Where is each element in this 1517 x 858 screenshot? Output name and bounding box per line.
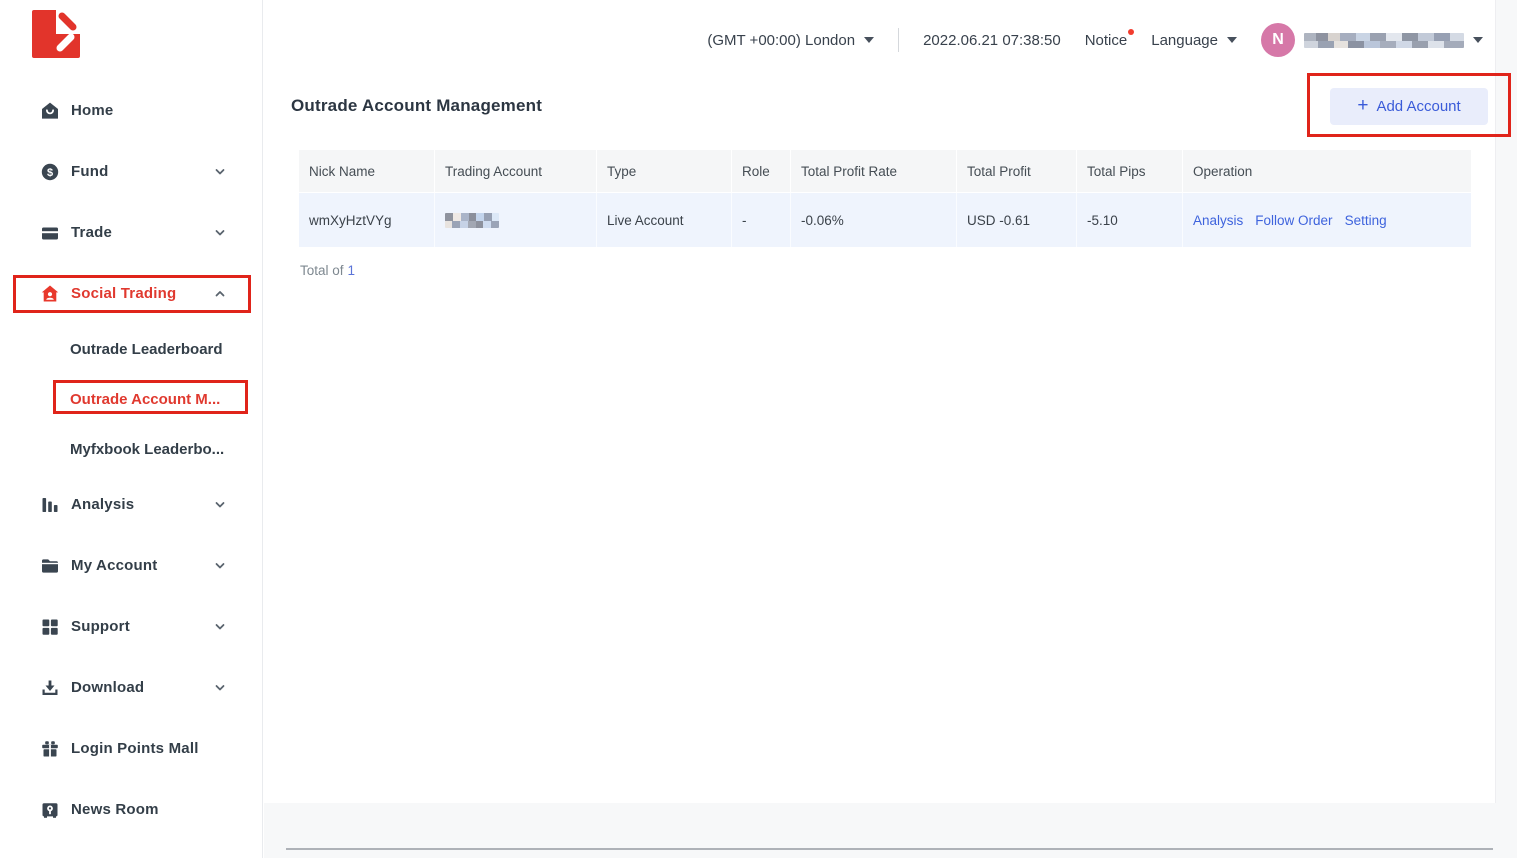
sidebar-item-my-account[interactable]: My Account [0,535,262,596]
sidebar-item-news-room[interactable]: News Room [0,779,262,840]
top-bar: (GMT +00:00) London 2022.06.21 07:38:50 … [264,0,1495,80]
topbar-divider [898,28,899,52]
col-header-type: Type [596,150,731,192]
home-icon [40,101,60,121]
col-header-total-profit: Total Profit [956,150,1076,192]
chevron-down-icon [214,166,226,178]
cell-total-pips: -5.10 [1076,193,1182,247]
user-menu[interactable]: N [1261,23,1483,57]
sidebar-item-fund[interactable]: $ Fund [0,141,262,202]
caret-down-icon [864,37,874,43]
notice-button[interactable]: Notice [1085,32,1128,49]
analysis-link[interactable]: Analysis [1193,213,1243,228]
timezone-label: (GMT +00:00) London [707,32,855,49]
social-trading-icon [40,284,60,304]
caret-down-icon [1473,37,1483,43]
chevron-down-icon [214,499,226,511]
total-count-line: Total of 1 [300,263,355,278]
sidebar-item-label: Home [71,102,113,119]
sidebar: Home $ Fund Trade Social Tradin [0,0,263,858]
cell-operation: Analysis Follow Order Setting [1182,193,1471,247]
cell-total-profit-rate: -0.06% [790,193,956,247]
table-header-row: Nick Name Trading Account Type Role Tota… [299,150,1471,192]
language-label: Language [1151,32,1218,49]
redacted-trading-account [445,213,499,228]
scrollbar-track[interactable] [1495,0,1517,858]
sidebar-item-label: Download [71,679,144,696]
analysis-icon [40,495,60,515]
sidebar-item-analysis[interactable]: Analysis [0,474,262,535]
chevron-up-icon [214,288,226,300]
sidebar-item-myfxbook-leaderboard[interactable]: Myfxbook Leaderbo... [0,424,262,474]
chevron-down-icon [214,560,226,572]
cell-type: Live Account [596,193,731,247]
sidebar-item-label: Outrade Account M... [70,391,220,408]
col-header-operation: Operation [1182,150,1471,192]
sidebar-item-label: News Room [71,801,159,818]
language-selector[interactable]: Language [1151,32,1237,49]
sidebar-item-social-trading[interactable]: Social Trading [0,263,262,324]
accounts-table: Nick Name Trading Account Type Role Tota… [299,150,1471,247]
add-account-button[interactable]: + Add Account [1330,88,1488,125]
avatar: N [1261,23,1295,57]
gift-icon [40,739,60,759]
sidebar-nav: Home $ Fund Trade Social Tradin [0,80,262,840]
cell-total-profit: USD -0.61 [956,193,1076,247]
timezone-selector[interactable]: (GMT +00:00) London [707,32,874,49]
cell-role: - [731,193,790,247]
sidebar-item-trade[interactable]: Trade [0,202,262,263]
sidebar-item-label: Login Points Mall [71,740,199,757]
sidebar-item-label: Trade [71,224,112,241]
cell-nick-name: wmXyHztVYg [299,193,434,247]
sidebar-item-label: My Account [71,557,157,574]
sidebar-item-login-points-mall[interactable]: Login Points Mall [0,718,262,779]
add-account-label: Add Account [1376,98,1460,115]
footer-area [264,803,1517,858]
sidebar-item-label: Myfxbook Leaderbo... [70,441,224,458]
svg-text:$: $ [47,166,53,178]
sidebar-item-outrade-leaderboard[interactable]: Outrade Leaderboard [0,324,262,374]
notice-label: Notice [1085,32,1128,49]
col-header-total-profit-rate: Total Profit Rate [790,150,956,192]
sidebar-item-label: Support [71,618,130,635]
trade-icon [40,223,60,243]
sidebar-item-outrade-account-management[interactable]: Outrade Account M... [0,374,262,424]
grid-icon [40,617,60,637]
total-prefix: Total of [300,263,344,278]
col-header-role: Role [731,150,790,192]
folder-icon [40,556,60,576]
plus-icon: + [1357,96,1368,115]
footer-divider [286,848,1493,850]
chevron-down-icon [214,621,226,633]
sidebar-item-label: Social Trading [71,285,176,302]
sidebar-item-label: Analysis [71,496,134,513]
sidebar-item-label: Outrade Leaderboard [70,341,223,358]
caret-down-icon [1227,37,1237,43]
sidebar-item-home[interactable]: Home [0,80,262,141]
sidebar-item-label: Fund [71,163,108,180]
news-room-icon [40,800,60,820]
fund-icon: $ [40,162,60,182]
col-header-nick-name: Nick Name [299,150,434,192]
cell-trading-account [434,193,596,247]
col-header-total-pips: Total Pips [1076,150,1182,192]
col-header-trading-account: Trading Account [434,150,596,192]
sidebar-item-support[interactable]: Support [0,596,262,657]
brand-logo-icon[interactable] [32,10,80,58]
page-title: Outrade Account Management [291,96,542,116]
notice-badge-dot [1128,29,1134,35]
follow-order-link[interactable]: Follow Order [1255,213,1332,228]
main-content: (GMT +00:00) London 2022.06.21 07:38:50 … [264,0,1517,858]
redacted-username [1304,33,1464,48]
total-count: 1 [348,263,356,278]
table-row: wmXyHztVYg Live Account - -0.06% USD -0.… [299,193,1471,247]
chevron-down-icon [214,227,226,239]
setting-link[interactable]: Setting [1345,213,1387,228]
chevron-down-icon [214,682,226,694]
sidebar-item-download[interactable]: Download [0,657,262,718]
download-icon [40,678,60,698]
server-datetime: 2022.06.21 07:38:50 [923,32,1061,49]
